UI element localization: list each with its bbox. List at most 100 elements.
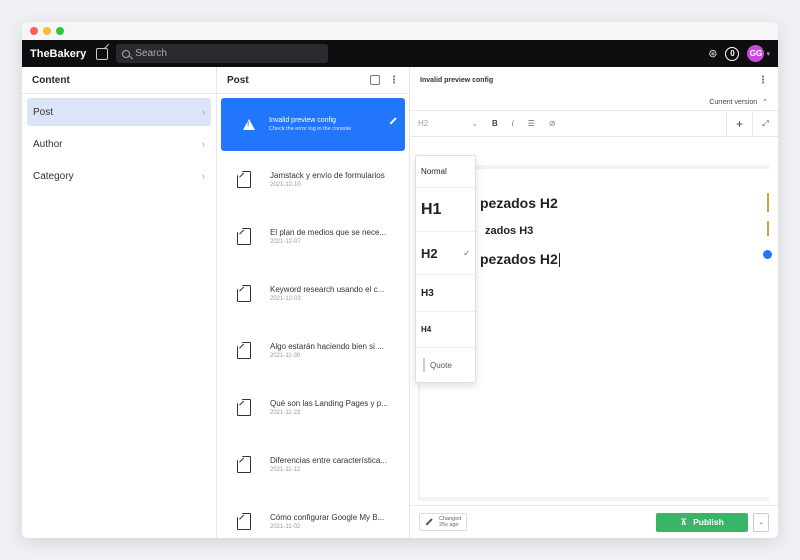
- expand-button[interactable]: ⤢: [752, 111, 778, 136]
- doc-date: 2021-12-07: [270, 239, 301, 245]
- menu-item-quote[interactable]: Quote: [416, 348, 475, 382]
- doc-date: 2021-11-02: [270, 524, 301, 530]
- changed-time: 25s ago: [439, 522, 459, 528]
- publish-button[interactable]: ⊼ Publish: [656, 512, 748, 532]
- brand-logo[interactable]: TheBakery: [30, 48, 86, 60]
- doc-subtitle: Check the error log in the console: [269, 126, 352, 132]
- editor-title: Invalid preview config: [420, 77, 494, 84]
- italic-button[interactable]: i: [512, 119, 514, 128]
- top-navbar: TheBakery Search ⊛ 0 GG ▾: [22, 40, 778, 67]
- chevron-updown-icon: ⌃: [762, 99, 768, 106]
- doc-title: Qué son las Landing Pages y p...: [270, 399, 388, 408]
- search-input[interactable]: Search: [116, 44, 329, 63]
- list-item[interactable]: Jamstack y envío de formularios 2021-12-1…: [217, 151, 409, 208]
- bold-button[interactable]: B: [492, 119, 498, 128]
- sidebar-item-post[interactable]: Post ›: [27, 98, 211, 126]
- edit-icon: [389, 117, 397, 125]
- warning-icon: [243, 119, 255, 130]
- document-icon: [237, 456, 251, 473]
- menu-item-h2[interactable]: H2 ✓: [416, 232, 475, 275]
- doc-title: Jamstack y envío de formularios: [270, 171, 385, 180]
- doc-date: 2021-11-23: [270, 410, 301, 416]
- style-select[interactable]: H2 ⌄: [418, 119, 478, 128]
- chevron-down-icon: ⌄: [471, 119, 478, 128]
- editor-pane: Invalid preview config ⋮ Current version…: [410, 67, 778, 538]
- checkmark-icon: ✓: [463, 248, 470, 258]
- publish-options-button[interactable]: ⌄: [753, 512, 769, 532]
- menu-item-h3[interactable]: H3: [416, 275, 475, 312]
- menu-item-h4[interactable]: H4: [416, 312, 475, 348]
- menu-item-label: H2: [421, 245, 438, 261]
- doc-date: 2021-11-12: [270, 467, 301, 473]
- doc-title: Cómo configurar Google My B...: [270, 513, 385, 522]
- compose-icon[interactable]: [96, 47, 109, 60]
- chevron-right-icon: ›: [202, 107, 205, 117]
- plugin-icon[interactable]: ⊛: [708, 47, 717, 60]
- sidebar-item-author[interactable]: Author ›: [27, 130, 211, 158]
- doc-date: 2021-12-03: [270, 296, 301, 302]
- content-title-text: Content: [32, 74, 70, 86]
- compose-icon[interactable]: [370, 75, 380, 85]
- text-cursor: [558, 253, 560, 268]
- edit-icon: [425, 518, 433, 526]
- change-marker: [767, 221, 769, 236]
- heading-h2-current[interactable]: pezados H2: [480, 251, 560, 268]
- add-block-button[interactable]: +: [726, 111, 752, 136]
- document-icon: [237, 171, 251, 188]
- style-select-value: H2: [418, 119, 429, 128]
- change-marker: [767, 193, 769, 212]
- list-item[interactable]: Cómo configurar Google My B... 2021-11-02: [217, 493, 409, 538]
- doc-title: Invalid preview config: [269, 117, 336, 124]
- list-item[interactable]: Keyword research usando el c... 2021-12-0…: [217, 265, 409, 322]
- chevron-right-icon: ›: [202, 139, 205, 149]
- editor-toolbar: H2 ⌄ B i ☰ ⊘ + ⤢: [410, 110, 778, 137]
- heading-h3[interactable]: zados H3: [485, 225, 533, 237]
- style-dropdown-menu: Normal H1 H2 ✓ H3 H4 Quote: [415, 155, 476, 383]
- search-placeholder: Search: [135, 48, 167, 59]
- list-button[interactable]: ☰: [528, 119, 535, 128]
- doc-title: Diferencias entre característica...: [270, 456, 387, 465]
- doc-title: El plan de medios que se nece...: [270, 228, 387, 237]
- titlebar: [22, 22, 778, 40]
- version-label: Current version: [709, 98, 758, 106]
- list-item[interactable]: Qué son las Landing Pages y p... 2021-11-…: [217, 379, 409, 436]
- doc-date: 2021-12-10: [270, 182, 301, 188]
- content-pane: Content Post › Author › Category ›: [22, 67, 217, 538]
- sidebar-item-label: Post: [33, 106, 54, 118]
- post-pane-header: Post ⋮: [217, 67, 409, 94]
- content-pane-title: Content: [22, 67, 216, 94]
- maximize-dot[interactable]: [56, 27, 64, 35]
- close-dot[interactable]: [30, 27, 38, 35]
- chevron-right-icon: ›: [202, 171, 205, 181]
- editor-footer: Changed 25s ago ⊼ Publish ⌄: [410, 505, 778, 538]
- minimize-dot[interactable]: [43, 27, 51, 35]
- more-icon[interactable]: ⋮: [389, 75, 399, 86]
- notification-badge[interactable]: 0: [725, 46, 740, 61]
- menu-item-h1[interactable]: H1: [416, 188, 475, 232]
- list-item[interactable]: Diferencias entre característica... 2021-…: [217, 436, 409, 493]
- heading-h2[interactable]: pezados H2: [480, 195, 558, 211]
- doc-date: 2021-11-30: [270, 353, 301, 359]
- link-button[interactable]: ⊘: [549, 119, 556, 128]
- list-item[interactable]: Algo estarán haciendo bien si ... 2021-11…: [217, 322, 409, 379]
- document-icon: [237, 342, 251, 359]
- heading-h2-text: pezados H2: [480, 251, 558, 267]
- document-icon: [237, 399, 251, 416]
- document-icon: [237, 513, 251, 530]
- sidebar-item-label: Category: [33, 170, 74, 182]
- chevron-down-icon[interactable]: ▾: [766, 50, 770, 58]
- menu-item-normal[interactable]: Normal: [416, 156, 475, 188]
- avatar[interactable]: GG: [747, 45, 765, 62]
- sidebar-item-label: Author: [33, 138, 63, 150]
- version-selector[interactable]: Current version ⌃: [410, 94, 778, 110]
- list-item-active[interactable]: Invalid preview config Check the error l…: [221, 98, 405, 151]
- more-icon[interactable]: ⋮: [758, 75, 768, 86]
- list-item[interactable]: El plan de medios que se nece... 2021-12-…: [217, 208, 409, 265]
- changed-status-button[interactable]: Changed 25s ago: [419, 513, 468, 531]
- upload-icon: ⊼: [680, 516, 688, 527]
- doc-title: Keyword research usando el c...: [270, 285, 385, 294]
- focus-marker: [763, 250, 772, 259]
- doc-title: Algo estarán haciendo bien si ...: [270, 342, 384, 351]
- sidebar-item-category[interactable]: Category ›: [27, 162, 211, 190]
- document-icon: [237, 285, 251, 302]
